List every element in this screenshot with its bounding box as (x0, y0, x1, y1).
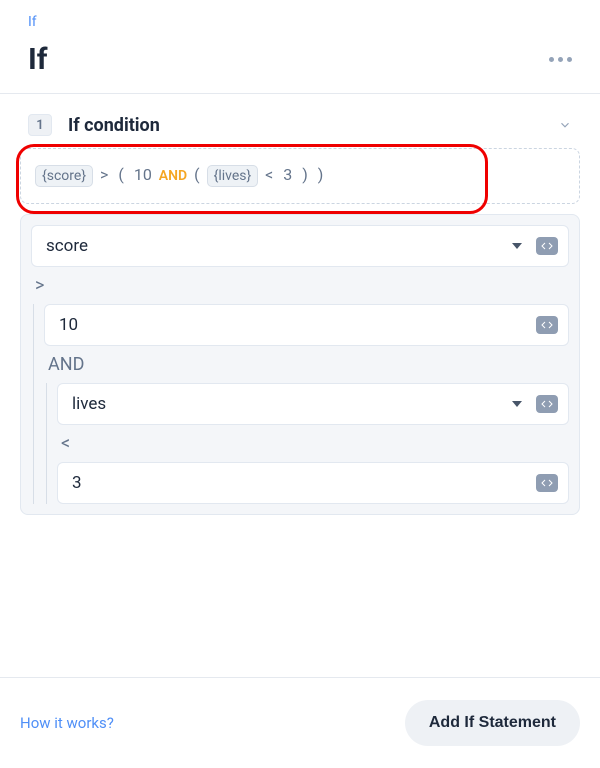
breadcrumb[interactable]: If (28, 14, 572, 30)
operator-label-lt[interactable]: < (57, 425, 569, 462)
operand-select-score[interactable]: score (31, 225, 569, 267)
literal-3: 3 (280, 165, 295, 184)
operator-gt: > (97, 165, 111, 184)
operator-lt: < (262, 165, 276, 184)
operand-value: lives (72, 394, 512, 414)
chevron-down-icon (558, 118, 572, 132)
dot-icon (549, 57, 554, 62)
operand-input-10[interactable]: 10 (44, 304, 569, 346)
step-number-badge: 1 (28, 114, 52, 136)
code-icon[interactable] (536, 395, 558, 413)
literal-10: 10 (131, 165, 155, 184)
operator-label-and[interactable]: AND (44, 346, 569, 383)
operand-select-lives[interactable]: lives (57, 383, 569, 425)
dot-icon (558, 57, 563, 62)
paren-close: ) (315, 165, 327, 184)
how-it-works-link[interactable]: How it works? (20, 714, 114, 732)
page-title: If (28, 42, 48, 77)
code-icon[interactable] (536, 237, 558, 255)
paren-open: ( (115, 165, 126, 184)
caret-down-icon (512, 243, 522, 249)
more-options-button[interactable] (549, 57, 572, 62)
code-icon[interactable] (536, 474, 558, 492)
operand-value: score (46, 236, 512, 256)
operand-value: 3 (72, 473, 536, 493)
caret-down-icon (512, 401, 522, 407)
condition-builder: score > 10 AND lives (20, 214, 580, 515)
section-title: If condition (68, 115, 558, 136)
dot-icon (567, 57, 572, 62)
operand-input-3[interactable]: 3 (57, 462, 569, 504)
operand-value: 10 (59, 315, 536, 335)
section-header[interactable]: 1 If condition (20, 114, 580, 148)
operator-label-gt[interactable]: > (31, 267, 569, 304)
condition-expression-input[interactable]: {score} > ( 10 AND ( {lives} < 3 ) ) (20, 148, 580, 204)
paren-close: ) (299, 165, 311, 184)
add-if-statement-button[interactable]: Add If Statement (405, 700, 580, 746)
variable-chip-lives[interactable]: {lives} (207, 165, 259, 187)
operator-and: AND (159, 168, 187, 184)
variable-chip-score[interactable]: {score} (35, 165, 93, 187)
paren-open: ( (191, 165, 202, 184)
code-icon[interactable] (536, 316, 558, 334)
